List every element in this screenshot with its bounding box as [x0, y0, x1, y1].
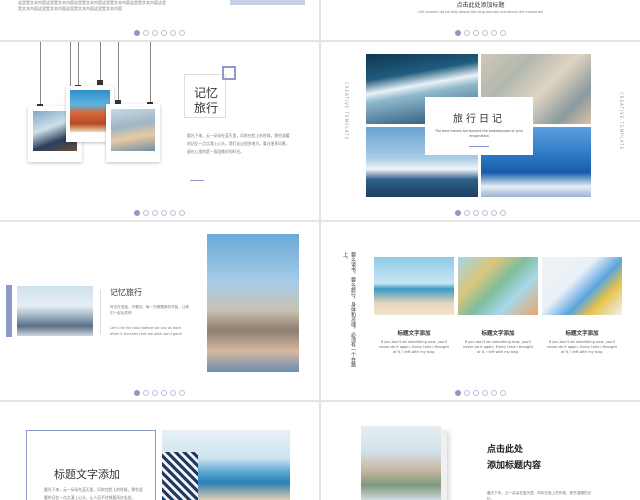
slide8-title-2: 添加标题内容: [487, 461, 542, 471]
page-dot[interactable]: [500, 210, 506, 216]
page-dot[interactable]: [170, 210, 176, 216]
photo-arm-raised: [361, 426, 441, 500]
slide-thumbnail-2[interactable]: 点击此处添加标题 Life should not be only about t…: [321, 0, 640, 40]
slide4-underline: [469, 146, 489, 147]
page-dot[interactable]: [170, 390, 176, 396]
slide3-heading-2: 旅行: [194, 101, 219, 115]
page-dot[interactable]: [491, 390, 497, 396]
page-dot[interactable]: [161, 210, 167, 216]
slide2-pagination[interactable]: [321, 30, 640, 36]
card2-title: 标题文字添加: [481, 331, 515, 337]
page-dot[interactable]: [464, 30, 470, 36]
page-dot[interactable]: [143, 390, 149, 396]
slide5-divider: [100, 290, 101, 334]
slide5-body-en: Let's hit the road before we say at each…: [110, 326, 182, 336]
card3-text: If you don't do something now, you'll ne…: [547, 340, 617, 354]
page-dot[interactable]: [179, 390, 185, 396]
slide4-title: 旅行日记: [453, 114, 505, 125]
hanging-string: [150, 42, 151, 104]
page-dot[interactable]: [152, 390, 158, 396]
photo-ticket-globe: [542, 257, 622, 315]
page-dot[interactable]: [134, 210, 140, 216]
slide4-subtitle: The best travels are beyond the kaleidos…: [434, 129, 524, 138]
card1-text: If you don't do something now, you'll ne…: [379, 340, 449, 354]
slide1-body-text: 这里是文本内容这里是文本内容这里是文本内容这里是文本内容这里是文本内容这里是文本…: [18, 0, 166, 11]
page-dot[interactable]: [482, 390, 488, 396]
slide4-pagination[interactable]: [321, 210, 640, 216]
slide5-body-cn: 时光在流逝，不要怕，每一天都是新的开始，让我们一起出发吧: [110, 305, 190, 315]
slide5-pagination[interactable]: [0, 390, 319, 396]
slide1-pagination[interactable]: [0, 30, 319, 36]
hanging-string: [40, 42, 41, 107]
slide-thumbnail-7[interactable]: 标题文字添加 晨光下来，云一朵朵在蓝天里，风吹在脸上的时候，那些温暖的记忆一点点…: [0, 402, 319, 500]
page-dot[interactable]: [473, 30, 479, 36]
slide8-body: 晨光下来，云一朵朵在蓝天里，风吹在脸上的时候，那些温暖的记忆。: [487, 491, 592, 500]
photo-world-map: [458, 257, 538, 315]
photo-city-hand: [207, 234, 299, 372]
photo-image: [70, 90, 110, 132]
page-dot[interactable]: [179, 210, 185, 216]
slide3-body: 晨光下来，云一朵朵在蓝天里，风吹在脸上的时候，那些温暖的记忆一点点涌上心头。我们…: [187, 133, 290, 154]
page-dot[interactable]: [473, 390, 479, 396]
slide3-pagination[interactable]: [0, 210, 319, 216]
page-dot[interactable]: [134, 30, 140, 36]
page-dot[interactable]: [455, 210, 461, 216]
slide7-body: 晨光下来，云一朵朵在蓝天里，风吹在脸上的时候，那些温暖的记忆一点点涌上心头，让人…: [44, 487, 143, 500]
photo-beach-hands: [374, 257, 454, 315]
slide7-title: 标题文字添加: [54, 468, 120, 481]
slide-thumbnail-3[interactable]: 记忆 旅行 晨光下来，云一朵朵在蓝天里，风吹在脸上的时候，那些温暖的记忆一点点涌…: [0, 42, 319, 220]
page-dot[interactable]: [500, 30, 506, 36]
page-dot[interactable]: [134, 390, 140, 396]
page-dot[interactable]: [152, 30, 158, 36]
hanging-string: [118, 42, 119, 102]
page-dot[interactable]: [143, 30, 149, 36]
page-dot[interactable]: [170, 30, 176, 36]
page-dot[interactable]: [464, 390, 470, 396]
page-dot[interactable]: [491, 30, 497, 36]
slide-thumbnail-6[interactable]: 要么读书，要么旅行，身体和灵魂，必须有一个在路上。 标题文字添加 If you …: [321, 222, 640, 400]
slide-thumbnail-5[interactable]: 记忆旅行 时光在流逝，不要怕，每一天都是新的开始，让我们一起出发吧 Let's …: [0, 222, 319, 400]
page-dot[interactable]: [152, 210, 158, 216]
card3-title: 标题文字添加: [565, 331, 599, 337]
slide-thumbnail-8[interactable]: 点击此处 添加标题内容 晨光下来，云一朵朵在蓝天里，风吹在脸上的时候，那些温暖的…: [321, 402, 640, 500]
slide8-title-1: 点击此处: [487, 445, 524, 455]
slide4-side-label-right: CREATIVE TEMPLATE: [619, 92, 624, 151]
clip-icon: [97, 80, 103, 85]
card2-text: If you don't do something now, you'll ne…: [463, 340, 533, 354]
page-dot[interactable]: [491, 210, 497, 216]
page-dot[interactable]: [455, 30, 461, 36]
page-dot[interactable]: [464, 210, 470, 216]
page-dot[interactable]: [482, 210, 488, 216]
slide1-accent-bar: [230, 0, 305, 5]
slide5-accent-bar: [6, 285, 12, 337]
slide-thumbnail-1[interactable]: 这里是文本内容这里是文本内容这里是文本内容这里是文本内容这里是文本内容这里是文本…: [0, 0, 319, 40]
slide2-title: 点击此处添加标题: [456, 2, 505, 9]
page-dot[interactable]: [161, 390, 167, 396]
slide6-vertical-quote: 要么读书，要么旅行，身体和灵魂，必须有一个在路上。: [342, 252, 356, 367]
slide4-side-label-left: CREATIVE TEMPLATE: [344, 82, 349, 141]
card1-title: 标题文字添加: [397, 331, 431, 337]
page-dot[interactable]: [455, 390, 461, 396]
heading-square-accent: [222, 66, 236, 80]
polaroid-photo-traveler: [106, 104, 160, 162]
page-dot[interactable]: [500, 390, 506, 396]
slide5-title: 记忆旅行: [110, 288, 142, 297]
page-dot[interactable]: [161, 30, 167, 36]
slide2-subtitle: Life should not be only about the long j…: [418, 10, 543, 14]
page-dot[interactable]: [179, 30, 185, 36]
slide-thumbnail-4[interactable]: CREATIVE TEMPLATE CREATIVE TEMPLATE 旅行日记…: [321, 42, 640, 220]
beach-chair-stripes: [162, 452, 198, 500]
hanging-string: [78, 42, 79, 87]
slide6-pagination[interactable]: [321, 390, 640, 396]
page-dot[interactable]: [143, 210, 149, 216]
photo-beach-chair: [162, 430, 290, 500]
hanging-string: [100, 42, 101, 82]
page-dot[interactable]: [473, 210, 479, 216]
photo-backpacker: [17, 286, 93, 336]
photo-image: [111, 109, 155, 151]
slide3-underline: [190, 180, 204, 181]
page-dot[interactable]: [482, 30, 488, 36]
